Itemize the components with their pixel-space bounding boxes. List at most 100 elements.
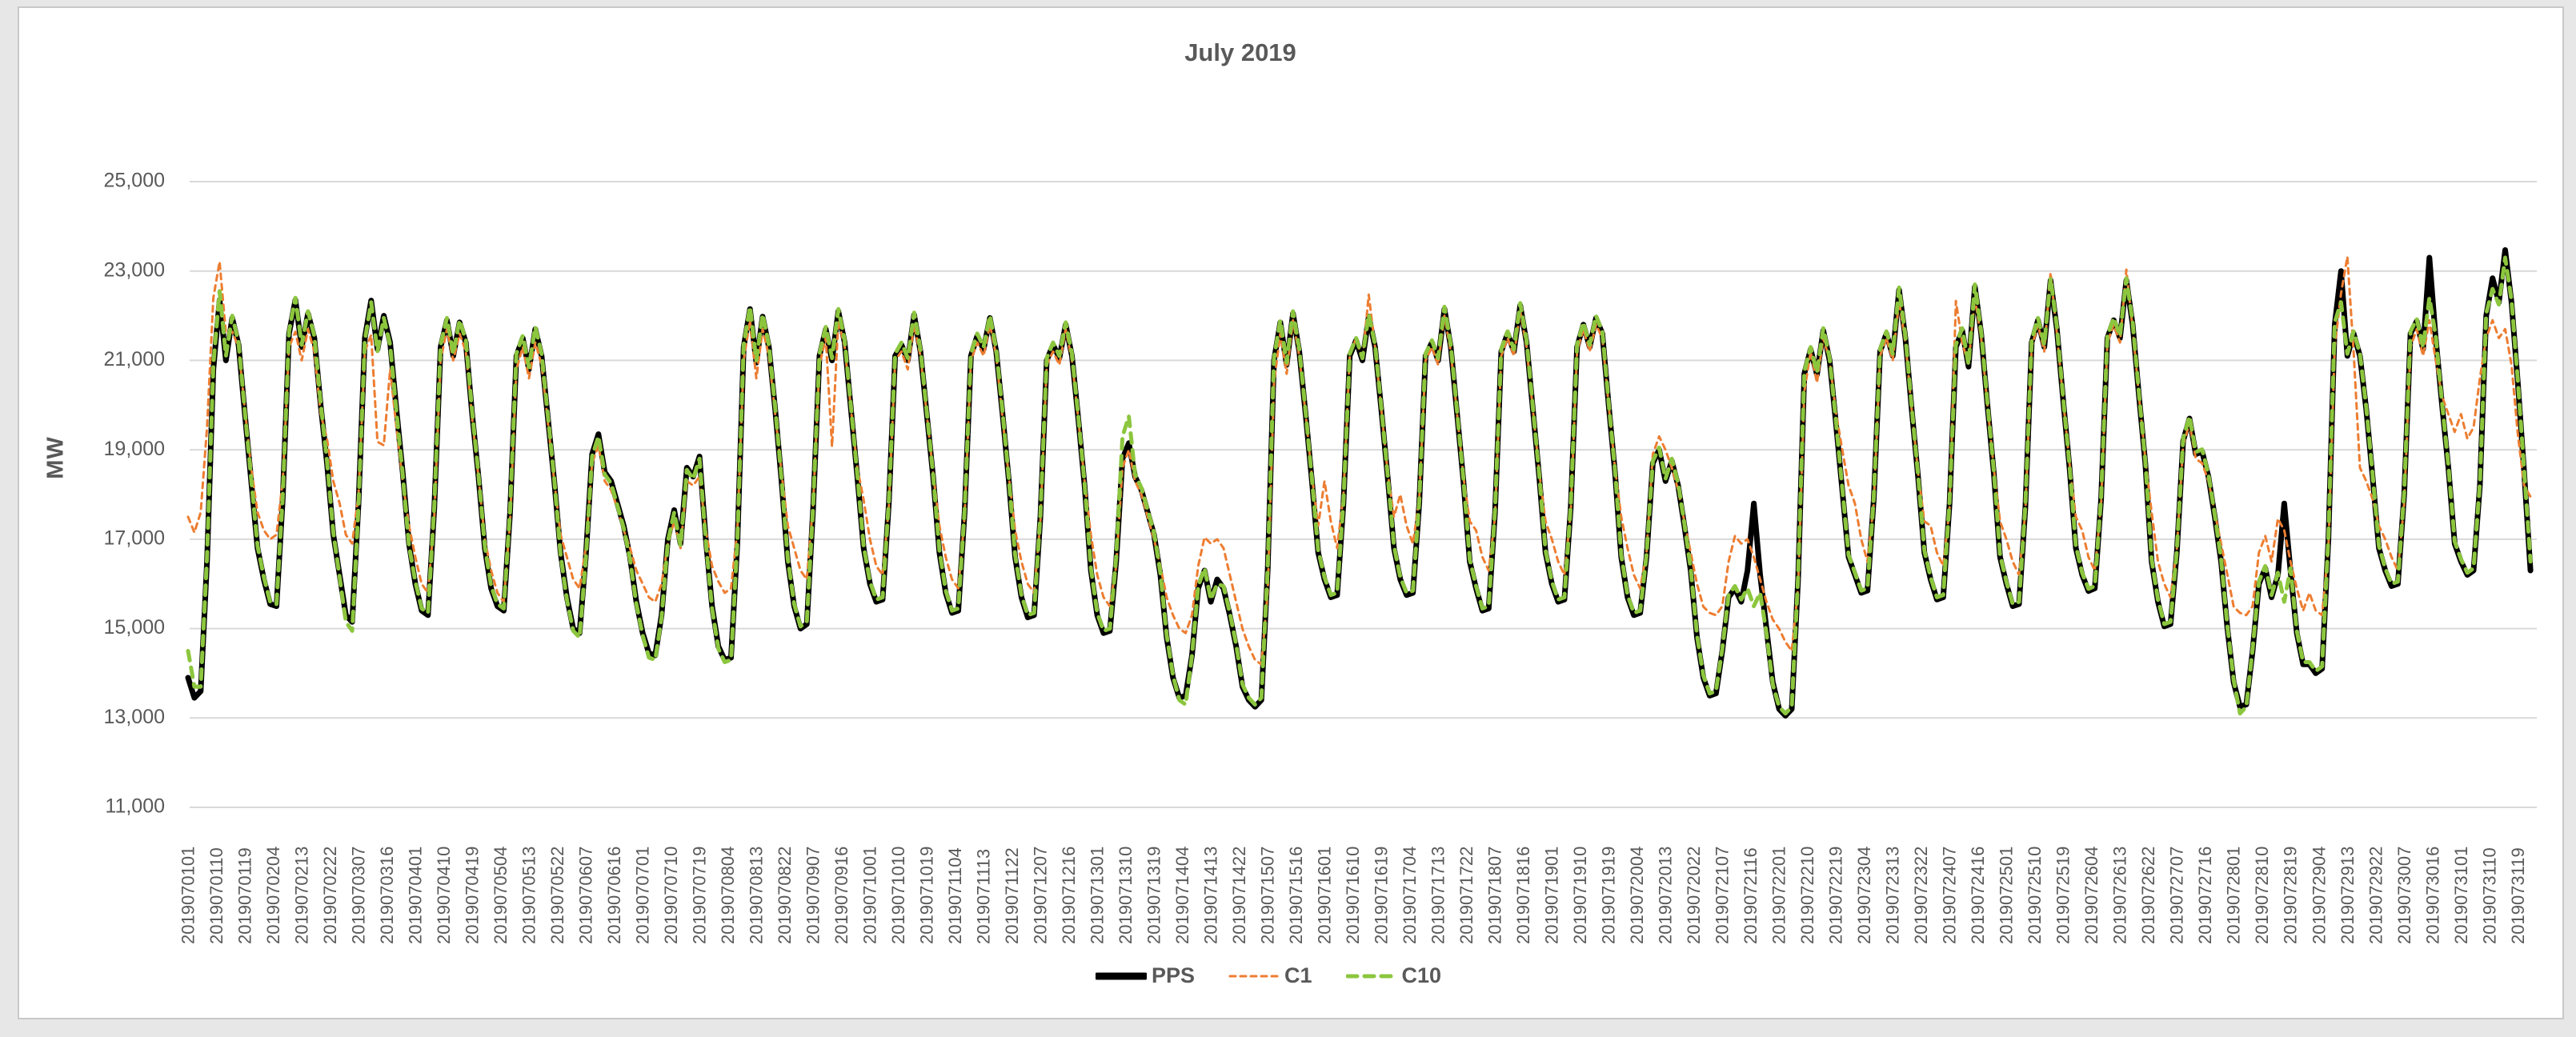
x-tick-label: 2019071601 [1315,847,1335,944]
x-tick-label: 2019070110 [206,847,226,944]
x-tick-label: 2019071104 [945,847,965,944]
legend-line-swatch-c1 [1228,971,1280,982]
x-tick-label: 2019073016 [2422,847,2442,944]
x-tick-label: 2019070813 [747,847,767,944]
x-tick-label: 2019070101 [178,847,198,944]
x-tick-label: 2019071122 [1002,847,1022,944]
x-tick-label: 2019072322 [1911,847,1931,944]
x-tick-label: 2019072304 [1854,847,1874,944]
legend-line-swatch-c10 [1346,971,1397,982]
x-tick-label: 2019071807 [1485,847,1505,944]
x-tick-label: 2019070522 [547,847,567,944]
y-tick-label: 25,000 [104,170,165,192]
x-tick-label: 2019072201 [1769,847,1789,944]
x-tick-label: 2019071301 [1088,847,1108,944]
x-tick-label: 2019071001 [860,847,880,944]
y-tick-label: 13,000 [104,706,165,728]
x-tick-label: 2019070401 [406,847,426,944]
x-tick-label: 2019072913 [2338,847,2358,944]
x-tick-label: 2019070513 [519,847,539,944]
x-tick-label: 2019071816 [1513,847,1533,944]
y-tick-label: 23,000 [104,258,165,281]
x-tick-label: 2019072622 [2138,847,2158,944]
x-tick-label: 2019073110 [2479,847,2499,944]
legend-item-pps: PPS [1096,963,1195,988]
x-tick-label: 2019072210 [1797,847,1817,944]
x-tick-label: 2019071713 [1428,847,1448,944]
x-tick-label: 2019072801 [2224,847,2244,944]
x-tick-label: 2019071019 [917,847,937,944]
x-tick-label: 2019071404 [1172,847,1192,944]
series-line-pps [188,250,2530,716]
x-tick-label: 2019072604 [2081,847,2101,944]
x-tick-label: 2019072501 [1997,847,2017,944]
x-tick-label: 2019071610 [1343,847,1363,944]
chart-legend: PPS C1 C10 [0,963,2537,988]
y-tick-label: 11,000 [105,795,165,818]
x-tick-label: 2019071207 [1031,847,1051,944]
x-tick-label: 2019073101 [2451,847,2471,944]
series-line-c1 [188,257,2530,665]
x-tick-label: 2019072022 [1684,847,1704,944]
x-tick-label: 2019070907 [803,847,823,944]
x-tick-label: 2019070701 [633,847,653,944]
x-tick-label: 2019071113 [974,849,994,944]
x-tick-label: 2019070616 [604,847,624,944]
x-tick-label: 2019070916 [831,847,851,944]
x-tick-label: 2019071619 [1372,847,1392,944]
series-line-c10 [188,258,2530,714]
x-tick-label: 2019070804 [718,847,738,944]
x-tick-label: 2019072407 [1940,847,1960,944]
x-tick-label: 2019071310 [1116,847,1136,944]
x-tick-label: 2019072510 [2025,847,2045,944]
x-tick-label: 2019072313 [1883,847,1903,944]
x-tick-label: 2019072810 [2252,847,2272,944]
x-tick-label: 2019070213 [292,847,312,944]
x-tick-label: 2019072107 [1713,847,1733,944]
chart-plot-area: 25,00023,00021,00019,00017,00015,00013,0… [0,0,2576,1037]
x-tick-label: 2019070719 [690,847,710,944]
x-tick-label: 2019070410 [434,847,454,944]
y-tick-label: 15,000 [104,616,165,639]
legend-label: C1 [1284,963,1312,988]
chart-page: July 2019 MW 25,00023,00021,00019,00017,… [0,0,2576,1037]
x-tick-label: 2019071422 [1229,847,1249,944]
x-tick-label: 2019073007 [2394,847,2414,944]
x-tick-label: 2019072613 [2110,847,2130,944]
x-tick-label: 2019072819 [2281,847,2301,944]
x-tick-label: 2019070316 [377,847,397,944]
x-tick-label: 2019071413 [1201,847,1221,944]
x-tick-label: 2019071704 [1400,847,1420,944]
x-tick-label: 2019072116 [1741,847,1761,944]
x-tick-label: 2019071319 [1144,847,1164,944]
x-tick-label: 2019070710 [661,847,681,944]
x-tick-label: 2019073119 [2508,847,2528,944]
legend-line-swatch-pps [1096,971,1147,982]
x-tick-label: 2019072519 [2053,847,2073,944]
x-tick-label: 2019070504 [491,847,511,944]
x-tick-label: 2019070419 [463,847,483,944]
x-tick-label: 2019072904 [2309,847,2329,944]
x-tick-label: 2019072013 [1656,847,1676,944]
x-tick-label: 2019072707 [2167,847,2187,944]
y-tick-label: 21,000 [104,348,165,370]
y-tick-label: 19,000 [104,438,165,460]
x-tick-label: 2019071919 [1599,847,1619,944]
x-tick-label: 2019072416 [1968,847,1988,944]
x-tick-label: 2019072716 [2195,847,2215,944]
x-tick-label: 2019071516 [1286,847,1306,944]
x-tick-label: 2019071216 [1059,847,1079,944]
x-tick-label: 2019070607 [576,847,596,944]
legend-item-c10: C10 [1346,963,1442,988]
x-tick-label: 2019072219 [1826,847,1846,944]
legend-label: C10 [1402,963,1442,988]
x-tick-label: 2019070822 [775,847,795,944]
x-tick-label: 2019071507 [1258,847,1278,944]
x-tick-label: 2019070222 [320,847,340,944]
x-tick-label: 2019071910 [1570,847,1590,944]
x-tick-label: 2019072004 [1627,847,1647,944]
x-tick-label: 2019070119 [235,847,255,944]
x-tick-label: 2019072922 [2366,847,2386,944]
legend-label: PPS [1152,963,1195,988]
legend-item-c1: C1 [1228,963,1312,988]
